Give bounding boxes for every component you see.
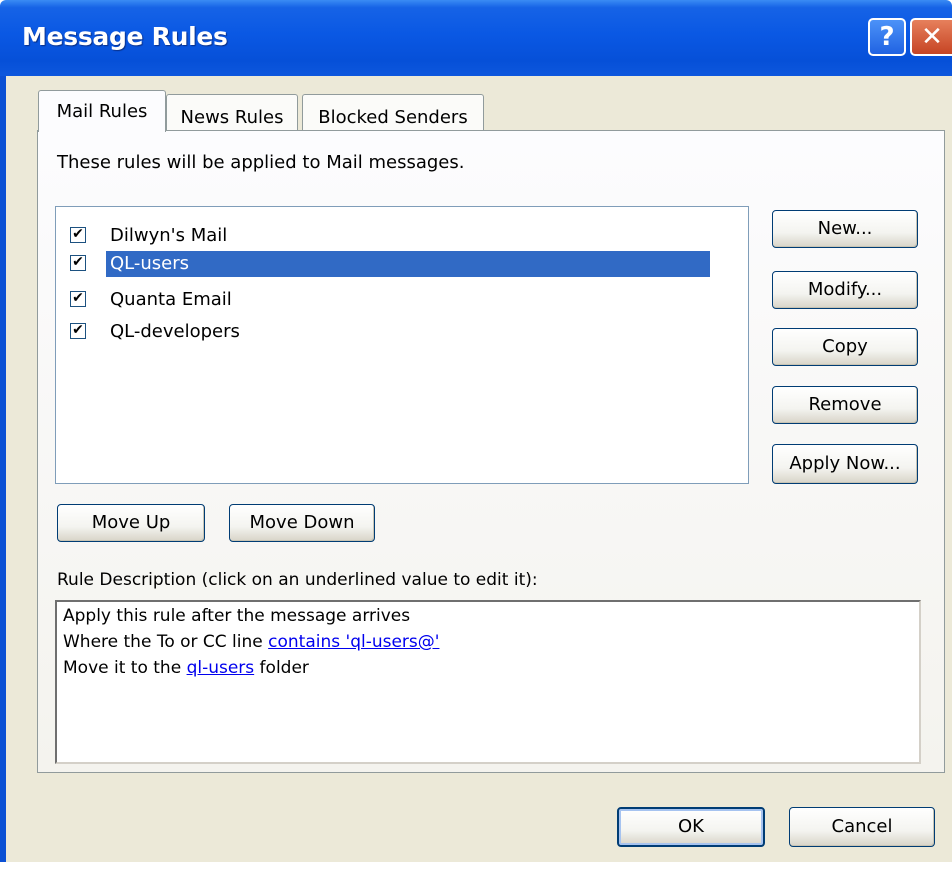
tab-mail-rules[interactable]: Mail Rules <box>38 90 166 132</box>
checkmark-icon: ✔ <box>72 322 84 338</box>
description-line-condition-time: Apply this rule after the message arrive… <box>63 606 411 626</box>
rule-checkbox[interactable]: ✔ <box>70 291 86 307</box>
new-rule-button[interactable]: New... <box>772 210 918 248</box>
tab-news-rules-label: News Rules <box>180 107 284 128</box>
message-rules-dialog: Message Rules ? ✕ Mail Rules News Rules … <box>0 0 952 862</box>
rule-checkbox[interactable]: ✔ <box>70 227 86 243</box>
checkmark-icon: ✔ <box>72 254 84 270</box>
remove-rule-button[interactable]: Remove <box>772 386 918 424</box>
panel-intro-text: These rules will be applied to Mail mess… <box>57 152 465 173</box>
rule-label: QL-developers <box>110 321 240 342</box>
move-down-button[interactable]: Move Down <box>229 504 375 542</box>
rule-description-label: Rule Description (click on an underlined… <box>57 570 538 590</box>
cancel-button[interactable]: Cancel <box>789 807 935 847</box>
rule-label-selected: QL-users <box>106 251 710 277</box>
description-text: folder <box>254 658 309 678</box>
rules-list[interactable]: ✔ Dilwyn's Mail ✔ QL-users ✔ Quanta Emai… <box>55 206 749 484</box>
folder-link[interactable]: ql-users <box>187 658 255 678</box>
move-up-button[interactable]: Move Up <box>57 504 205 542</box>
tab-mail-rules-label: Mail Rules <box>56 101 148 122</box>
rule-description-box: Apply this rule after the message arrive… <box>55 600 921 764</box>
tab-blocked-senders[interactable]: Blocked Senders <box>302 94 484 130</box>
contains-value-link[interactable]: contains 'ql-users@' <box>268 632 439 652</box>
rule-checkbox[interactable]: ✔ <box>70 323 86 339</box>
description-line-condition: Where the To or CC line contains 'ql-use… <box>63 632 439 652</box>
close-icon: ✕ <box>921 22 943 52</box>
window-title: Message Rules <box>22 22 228 51</box>
rule-label: Dilwyn's Mail <box>110 225 228 246</box>
checkmark-icon: ✔ <box>72 290 84 306</box>
checkmark-icon: ✔ <box>72 226 84 242</box>
description-text: Where the To or CC line <box>63 632 269 652</box>
title-bar[interactable]: Message Rules ? ✕ <box>0 0 952 76</box>
tab-blocked-senders-label: Blocked Senders <box>318 107 468 128</box>
description-line-action: Move it to the ql-users folder <box>63 658 309 678</box>
apply-now-button[interactable]: Apply Now... <box>772 444 918 484</box>
tab-news-rules[interactable]: News Rules <box>166 94 298 130</box>
close-button[interactable]: ✕ <box>910 18 952 56</box>
rule-checkbox[interactable]: ✔ <box>70 255 86 271</box>
help-icon: ? <box>879 22 895 52</box>
modify-rule-button[interactable]: Modify... <box>772 271 918 309</box>
rule-label: Quanta Email <box>110 289 232 310</box>
copy-rule-button[interactable]: Copy <box>772 328 918 366</box>
ok-button[interactable]: OK <box>617 807 765 847</box>
help-button[interactable]: ? <box>868 18 906 56</box>
description-text: Move it to the <box>63 658 187 678</box>
